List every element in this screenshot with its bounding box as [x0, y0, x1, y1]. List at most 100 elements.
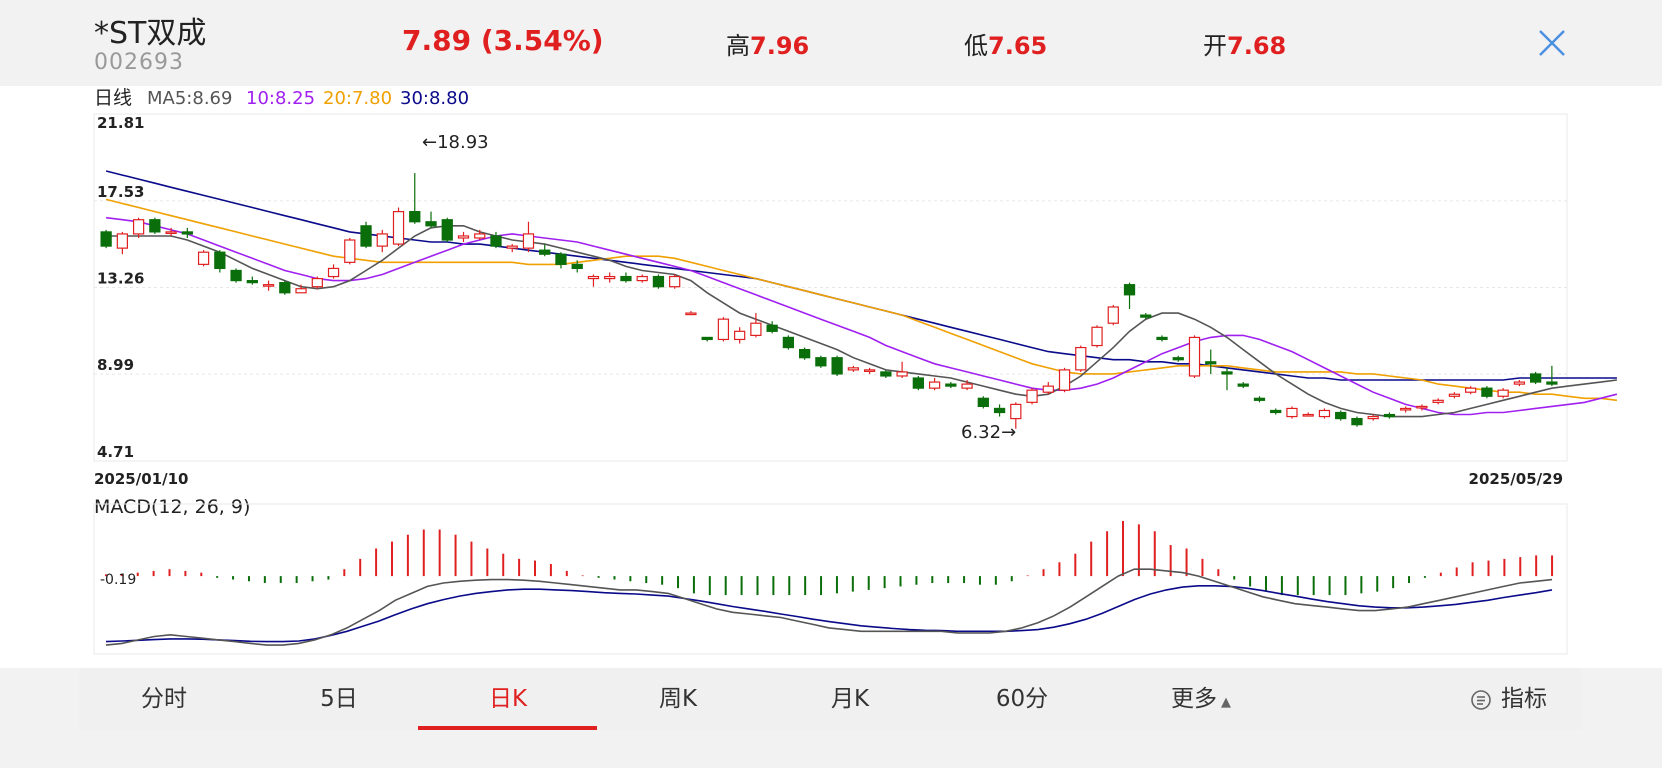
- legend-ma20: 20:7.80: [323, 88, 392, 109]
- tab-5day[interactable]: 5日: [294, 668, 384, 730]
- candle-body: [1481, 387, 1493, 397]
- candle: [1107, 304, 1119, 326]
- candle: [425, 211, 437, 228]
- indicator-icon: [1471, 689, 1491, 710]
- candle-body: [1107, 306, 1119, 324]
- candle: [977, 396, 989, 409]
- candle: [197, 250, 210, 267]
- y-tick-label: 4.71: [97, 443, 134, 461]
- candle-body: [1400, 407, 1412, 411]
- tab-weekly-k[interactable]: 周K: [633, 668, 723, 730]
- candle-body: [1042, 385, 1054, 393]
- tab-intraday[interactable]: 分时: [119, 668, 209, 730]
- candle: [717, 317, 730, 342]
- candle: [1205, 349, 1217, 374]
- candle-body: [734, 330, 746, 341]
- indicator-button[interactable]: 指标: [1469, 668, 1547, 730]
- candle-body: [961, 383, 973, 389]
- kline-chart[interactable]: 日线 MA5:8.69 10:8.25 20:7.80 30:8.80 21.8…: [0, 86, 1662, 668]
- high-value: 7.96: [750, 32, 810, 60]
- candle: [928, 378, 941, 391]
- tab-60min[interactable]: 60分: [977, 668, 1067, 730]
- candle: [652, 274, 665, 289]
- candle-body: [262, 284, 275, 287]
- candle: [1400, 406, 1412, 413]
- low-label: 低: [964, 32, 988, 60]
- candle: [945, 382, 957, 389]
- price-change: 7.89 (3.54%): [402, 24, 604, 57]
- candle-body: [1546, 381, 1558, 385]
- tab-more[interactable]: 更多 ▲: [1151, 668, 1251, 730]
- indicator-label: 指标: [1501, 686, 1547, 712]
- candle: [506, 244, 518, 253]
- candle-body: [1513, 381, 1526, 385]
- candle-body: [344, 239, 356, 263]
- stock-header: *ST双成 002693 7.89 (3.54%) 高7.96 低7.65 开7…: [0, 0, 1662, 86]
- candle: [993, 404, 1006, 417]
- ma20-line: [105, 198, 1617, 402]
- y-tick-label: 21.81: [97, 114, 144, 132]
- candle-body: [896, 371, 908, 377]
- candle-body: [1416, 405, 1428, 409]
- candle-body: [1286, 407, 1298, 418]
- close-icon[interactable]: [1535, 26, 1569, 60]
- open-price: 开7.68: [1203, 26, 1286, 61]
- candle: [522, 221, 535, 253]
- candle: [847, 365, 860, 372]
- candle-body: [847, 367, 860, 371]
- candle: [1172, 355, 1184, 362]
- candle: [1351, 416, 1363, 427]
- candle: [344, 237, 356, 265]
- candle: [896, 361, 908, 379]
- candle-body: [1172, 357, 1184, 361]
- stock-name: *ST双成: [94, 16, 207, 51]
- candle-body: [1497, 389, 1509, 397]
- tab-monthly-k[interactable]: 月K: [805, 668, 895, 730]
- candle: [1237, 382, 1249, 389]
- candle-body: [230, 269, 242, 282]
- candle-body: [1026, 389, 1038, 403]
- candle: [701, 336, 713, 342]
- candle-body: [327, 267, 340, 278]
- candle-body: [798, 348, 811, 359]
- candle: [230, 268, 242, 283]
- tab-more-label: 更多: [1171, 686, 1217, 712]
- max-price-label: ←18.93: [422, 132, 489, 153]
- candle-body: [506, 245, 518, 249]
- candle: [539, 244, 551, 257]
- candle: [149, 217, 161, 234]
- candle: [1546, 365, 1558, 387]
- candle: [1529, 371, 1542, 385]
- end-date-label: 2025/05/29: [1469, 470, 1563, 488]
- candle: [1026, 388, 1038, 405]
- tab-daily-k[interactable]: 日K: [463, 668, 553, 730]
- stock-code: 002693: [94, 50, 184, 75]
- candle-body: [1205, 361, 1217, 365]
- open-label: 开: [1203, 32, 1227, 60]
- candle: [1058, 367, 1071, 393]
- candle: [376, 229, 388, 253]
- candle-body: [214, 251, 226, 270]
- candle: [798, 347, 811, 360]
- candle-body: [587, 275, 600, 280]
- candle-body: [555, 253, 567, 265]
- candle-body: [912, 377, 924, 389]
- candle: [441, 217, 453, 243]
- candle: [685, 311, 697, 316]
- candle: [100, 229, 112, 249]
- candle-body: [1221, 371, 1233, 375]
- candle: [912, 375, 924, 391]
- candle-body: [993, 407, 1006, 414]
- candle-body: [831, 357, 843, 375]
- candle: [1383, 412, 1396, 419]
- price-grid: [94, 200, 1567, 375]
- macd-zero-label: -0.19: [100, 572, 136, 588]
- candle-body: [1448, 393, 1461, 397]
- candle-body: [1465, 387, 1477, 393]
- candle: [457, 231, 470, 243]
- candle-body: [490, 235, 502, 247]
- candle: [1221, 367, 1233, 391]
- candle: [1481, 386, 1493, 399]
- candle: [863, 367, 876, 374]
- ma10-line: [106, 216, 1618, 416]
